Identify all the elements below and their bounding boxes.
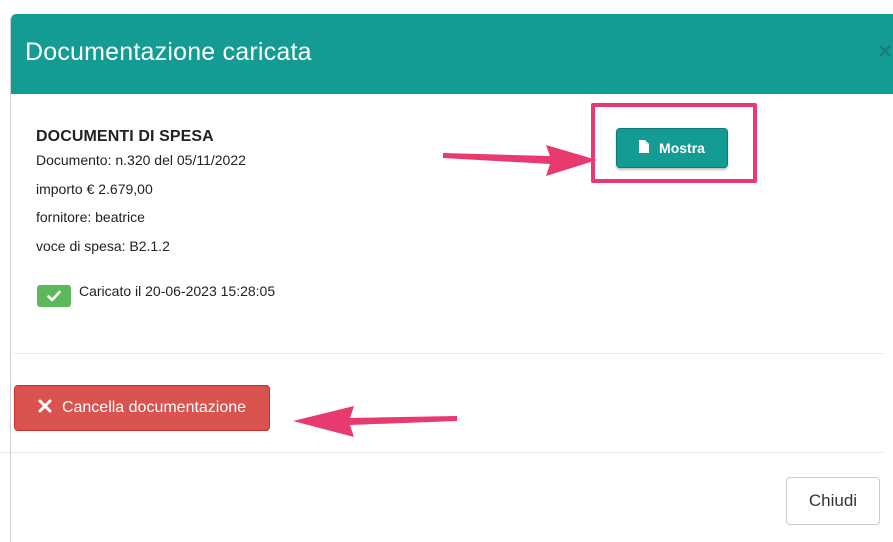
document-expense-item: voce di spesa: B2.1.2 <box>36 238 170 254</box>
annotation-arrow-left <box>293 406 457 437</box>
modal-header: Documentazione caricata × <box>11 14 893 94</box>
file-icon <box>639 140 650 156</box>
upload-status-text: Caricato il 20-06-2023 15:28:05 <box>79 283 276 299</box>
document-number: Documento: n.320 del 05/11/2022 <box>36 152 246 168</box>
delete-documentation-label: Cancella documentazione <box>61 399 247 416</box>
document-amount: importo € 2.679,00 <box>36 181 153 197</box>
close-icon[interactable]: × <box>878 38 893 66</box>
annotation-arrow-right <box>443 145 597 176</box>
check-icon <box>37 285 71 307</box>
show-document-button[interactable]: Mostra <box>616 128 728 168</box>
delete-documentation-button[interactable]: Cancella documentazione <box>14 385 270 431</box>
modal-title: Documentazione caricata <box>25 38 312 66</box>
footer-divider <box>0 452 883 453</box>
document-info: DOCUMENTI DI SPESA Documento: n.320 del … <box>36 128 246 254</box>
upload-status: Caricato il 20-06-2023 15:28:05 <box>37 275 275 307</box>
show-document-label: Mostra <box>659 140 705 156</box>
times-icon <box>38 399 52 418</box>
document-heading: DOCUMENTI DI SPESA <box>36 128 214 145</box>
document-supplier: fornitore: beatrice <box>36 209 145 225</box>
section-divider <box>14 353 883 354</box>
close-button[interactable]: Chiudi <box>786 477 880 525</box>
